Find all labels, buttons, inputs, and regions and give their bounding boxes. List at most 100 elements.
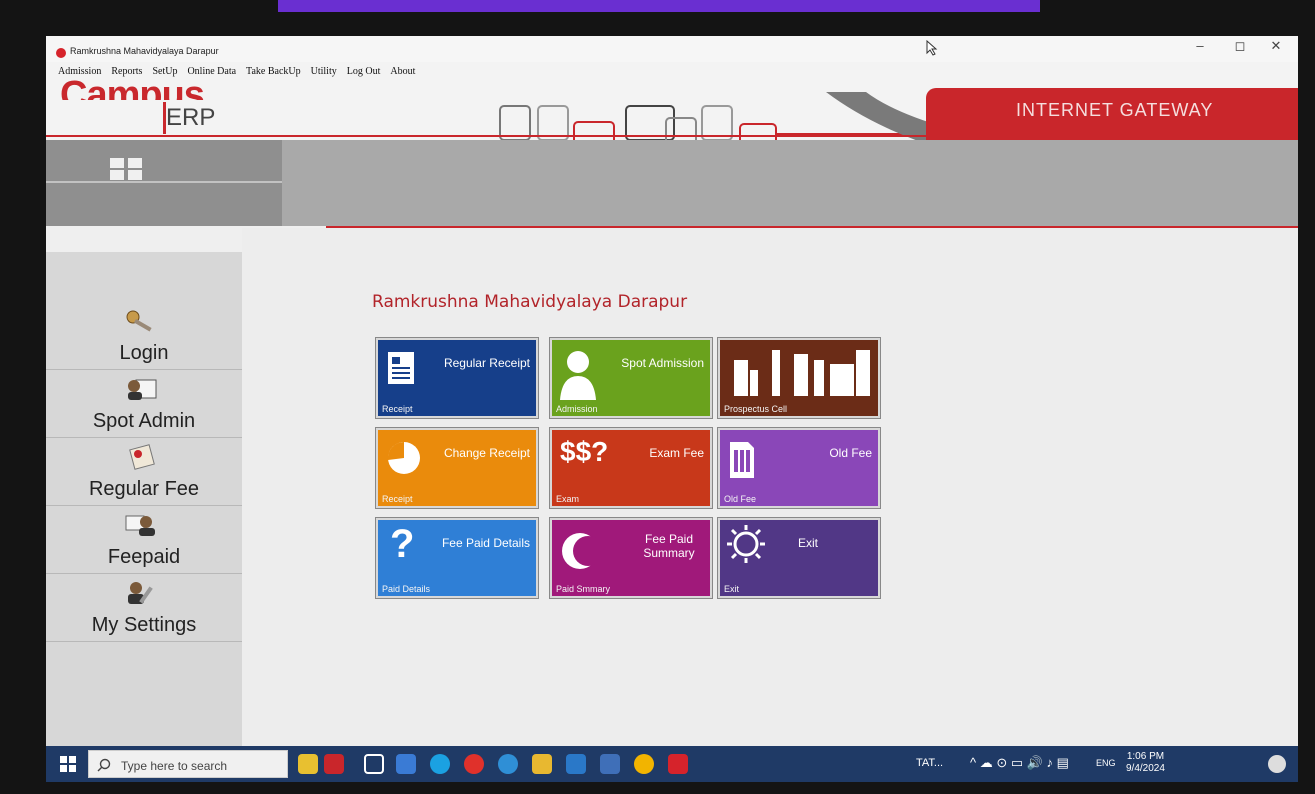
file-explorer-icon[interactable] [532, 754, 552, 774]
logo-campus-text: Campus [60, 76, 204, 100]
user-wrench-icon [128, 582, 153, 604]
fee-sheet-icon [129, 444, 155, 470]
monitor-frame: Campus ERP INTERNET GATEWAY Ramkrushna M… [0, 0, 1315, 794]
tile-exam-fee[interactable]: $$? Exam Fee Exam [549, 427, 713, 509]
sidebar-item-login[interactable]: Login [46, 302, 242, 370]
sidebar-item-feepaid[interactable]: Feepaid [46, 506, 242, 574]
users-card-icon [125, 515, 155, 536]
person-silhouette-icon [560, 351, 596, 400]
tile-subtitle: Receipt [382, 494, 413, 504]
menu-bar: Admission Reports SetUp Online Data Take… [58, 66, 415, 77]
mail-icon[interactable] [566, 754, 586, 774]
tile-title: Regular Receipt [443, 356, 530, 370]
clock-time: 1:06 PM [1126, 751, 1165, 762]
menu-utility[interactable]: Utility [311, 66, 337, 77]
tile-subtitle: Paid Smmary [556, 584, 611, 594]
menu-log-out[interactable]: Log Out [347, 66, 381, 77]
sidebar-item-my-settings[interactable]: My Settings [46, 574, 242, 642]
tile-subtitle: Admission [556, 404, 598, 414]
header-divider-line [46, 135, 1298, 137]
tile-title: Spot Admission [621, 356, 704, 370]
taskbar-search-input[interactable]: Type here to search [88, 750, 288, 778]
taskbar-app-icon[interactable] [324, 754, 344, 774]
tray-icons[interactable]: ^ ☁ ⊙ ▭ 🔊 ♪ ▤ [970, 755, 1069, 771]
tile-subtitle: Old Fee [724, 494, 757, 504]
taskbar-app-icon[interactable] [396, 754, 416, 774]
taskbar-app-icon[interactable] [298, 754, 318, 774]
window-title: Ramkrushna Mahavidyalaya Darapur [70, 46, 219, 56]
grid-icon [46, 158, 282, 183]
tile-fee-paid-details[interactable]: ? Fee Paid Details Paid Details [375, 517, 539, 599]
top-highlight-strip [278, 0, 1040, 12]
campus-erp-app-icon[interactable] [668, 754, 688, 774]
sidebar-item-label: Regular Fee [88, 478, 200, 500]
tile-title: Change Receipt [443, 446, 530, 460]
gateway-label: INTERNET GATEWAY [1016, 100, 1214, 120]
close-button[interactable]: ✕ [1262, 38, 1290, 54]
menu-setup[interactable]: SetUp [152, 66, 177, 77]
tile-regular-receipt[interactable]: Regular Receipt Receipt [375, 337, 539, 419]
user-id-card-icon [128, 379, 157, 400]
menu-reports[interactable]: Reports [111, 66, 142, 77]
header-band-left [46, 140, 282, 226]
tile-exit[interactable]: Exit Exit [717, 517, 881, 599]
tile-title: Exam Fee [649, 446, 704, 460]
tile-prospectus-cell[interactable]: Prospectus Cell [717, 337, 881, 419]
search-icon [97, 758, 111, 772]
app-window: Campus ERP INTERNET GATEWAY Ramkrushna M… [46, 36, 1298, 782]
sidebar-item-label: Feepaid [107, 546, 181, 568]
store-icon[interactable] [600, 754, 620, 774]
sidebar-item-label: Spot Admin [92, 410, 196, 432]
menu-about[interactable]: About [390, 66, 415, 77]
sidebar-item-label: My Settings [91, 614, 197, 636]
title-bar: Ramkrushna Mahavidyalaya Darapur – ◻ ✕ [46, 36, 1298, 62]
opera-browser-icon[interactable] [464, 754, 484, 774]
tile-title: Fee Paid Summary [643, 532, 695, 560]
mouse-cursor-icon [926, 40, 938, 56]
tile-title: Old Fee [829, 446, 872, 460]
menu-admission[interactable]: Admission [58, 66, 101, 77]
sidebar: Login Spot Admin Regular Fee Feepaid My … [46, 252, 242, 746]
building-chart-icon [734, 350, 870, 396]
tile-subtitle: Receipt [382, 404, 413, 414]
document-icon [730, 442, 754, 478]
crescent-icon [562, 533, 596, 569]
key-icon [126, 310, 152, 332]
clock[interactable]: 1:06 PM 9/4/2024 [1126, 751, 1165, 775]
edge-browser-icon[interactable] [430, 754, 450, 774]
task-view-icon[interactable] [364, 754, 384, 774]
pie-icon [387, 441, 420, 474]
tile-title: Fee Paid Details [441, 536, 530, 550]
language-indicator[interactable]: ENG [1096, 758, 1116, 768]
tile-change-receipt[interactable]: Change Receipt Receipt [375, 427, 539, 509]
sidebar-item-label: Login [119, 342, 169, 364]
logo-erp-text: ERP [166, 104, 216, 131]
chrome-browser-icon[interactable] [634, 754, 654, 774]
receipt-icon [388, 352, 414, 384]
tile-old-fee[interactable]: Old Fee Old Fee [717, 427, 881, 509]
tile-subtitle: Exam [556, 494, 580, 504]
tile-subtitle: Exit [724, 584, 740, 594]
minimize-button[interactable]: – [1186, 38, 1214, 53]
taskbar: Type here to search TAT... ^ ☁ ⊙ ▭ 🔊 ♪ ▤… [46, 746, 1298, 782]
menu-take-backup[interactable]: Take BackUp [246, 66, 301, 77]
clock-date: 9/4/2024 [1126, 763, 1165, 774]
sidebar-item-spot-admin[interactable]: Spot Admin [46, 370, 242, 438]
college-name-heading: Ramkrushna Mahavidyalaya Darapur [372, 292, 688, 312]
tray-app-label[interactable]: TAT... [916, 757, 943, 769]
tile-subtitle: Prospectus Cell [724, 404, 788, 414]
tile-fee-paid-summary[interactable]: Fee Paid Summary Paid Smmary [549, 517, 713, 599]
app-logo-icon [56, 48, 66, 58]
search-placeholder: Type here to search [121, 759, 228, 773]
windows-start-icon[interactable] [60, 756, 76, 772]
question-icon: ? [390, 522, 415, 566]
notification-icon[interactable] [1268, 755, 1286, 773]
maximize-button[interactable]: ◻ [1226, 38, 1254, 54]
tile-spot-admission[interactable]: Spot Admission Admission [549, 337, 713, 419]
sun-icon [727, 525, 765, 563]
dollar-question-icon: $$? [560, 436, 609, 467]
menu-online-data[interactable]: Online Data [187, 66, 236, 77]
taskbar-app-icon[interactable] [498, 754, 518, 774]
tile-subtitle: Paid Details [382, 584, 431, 594]
sidebar-item-regular-fee[interactable]: Regular Fee [46, 438, 242, 506]
